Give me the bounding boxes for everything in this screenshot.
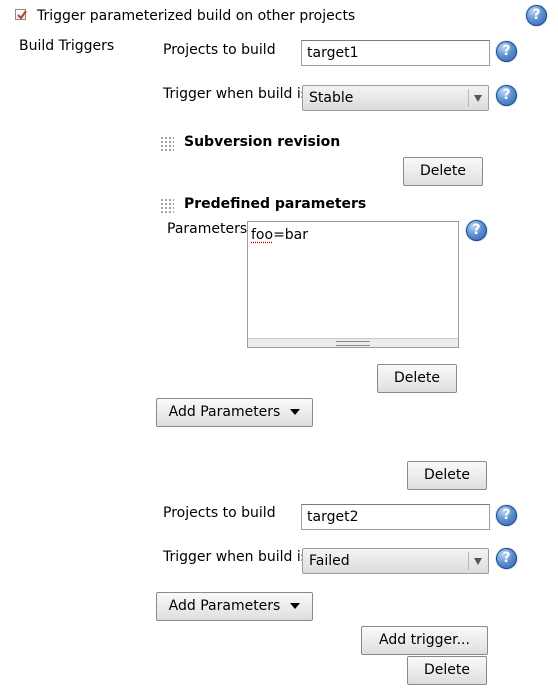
trigger-when-build-select[interactable]: Failed <box>302 548 489 574</box>
trigger-parameterized-label: Trigger parameterized build on other pro… <box>37 8 356 24</box>
trigger-when-build-label: Trigger when build is <box>163 549 309 565</box>
drag-handle-icon[interactable] <box>160 198 174 214</box>
projects-to-build-input[interactable] <box>301 40 490 66</box>
checkmark-icon <box>17 10 27 20</box>
projects-to-build-label: Projects to build <box>163 42 276 58</box>
help-icon[interactable]: ? <box>496 548 517 569</box>
delete-predefined-button[interactable]: Delete <box>377 364 457 393</box>
textarea-resize-grip[interactable] <box>248 338 458 347</box>
parameters-label: Parameters <box>167 221 248 237</box>
trigger-when-build-value: Stable <box>309 90 354 106</box>
trigger-when-build-value: Failed <box>309 553 350 569</box>
help-icon[interactable]: ? <box>496 85 517 106</box>
drag-handle-icon[interactable] <box>160 136 174 152</box>
chevron-down-icon <box>468 552 488 570</box>
add-parameters-label: Add Parameters <box>168 404 281 420</box>
projects-to-build-label: Projects to build <box>163 505 276 521</box>
help-icon[interactable]: ? <box>526 5 547 26</box>
parameters-textarea[interactable]: foo=bar <box>247 221 459 348</box>
delete-trigger-button[interactable]: Delete <box>407 461 487 490</box>
trigger-parameterized-checkbox[interactable] <box>15 9 27 20</box>
chevron-down-icon <box>468 89 488 107</box>
caret-down-icon <box>290 409 301 415</box>
delete-button[interactable]: Delete <box>407 656 487 685</box>
help-icon[interactable]: ? <box>496 41 517 62</box>
add-parameters-button[interactable]: Add Parameters <box>156 592 313 621</box>
projects-to-build-input[interactable] <box>301 504 490 530</box>
caret-down-icon <box>290 603 301 609</box>
add-parameters-button[interactable]: Add Parameters <box>156 398 313 427</box>
add-parameters-label: Add Parameters <box>168 598 281 614</box>
add-trigger-button[interactable]: Add trigger... <box>361 626 488 655</box>
trigger-when-build-select[interactable]: Stable <box>302 85 489 111</box>
help-icon[interactable]: ? <box>496 505 517 526</box>
trigger-when-build-label: Trigger when build is <box>163 86 309 102</box>
parameters-value: foo=bar <box>251 227 309 243</box>
predefined-parameters-title: Predefined parameters <box>184 196 367 212</box>
build-triggers-label: Build Triggers <box>19 38 115 54</box>
delete-subversion-button[interactable]: Delete <box>403 157 483 186</box>
subversion-revision-title: Subversion revision <box>184 134 341 150</box>
help-icon[interactable]: ? <box>466 220 487 241</box>
